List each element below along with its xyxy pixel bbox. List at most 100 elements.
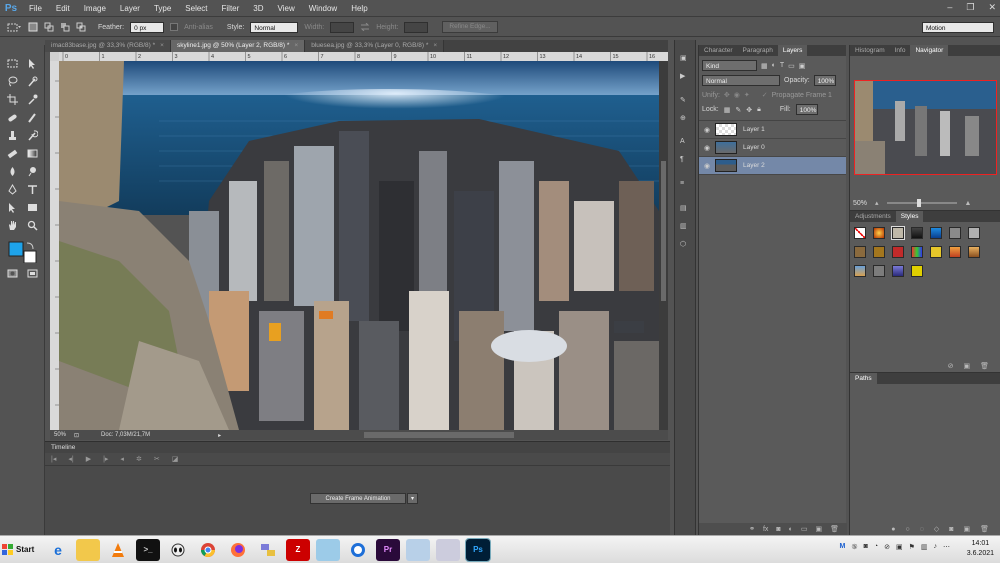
- lock-transparent-icon[interactable]: ▦: [724, 106, 731, 114]
- refine-edge-button[interactable]: Refine Edge...: [442, 21, 498, 33]
- marquee-tool-icon[interactable]: [5, 57, 19, 70]
- tab-styles[interactable]: Styles: [895, 211, 924, 222]
- premiere-icon[interactable]: Pr: [376, 538, 400, 561]
- link-layers-icon[interactable]: ⚭: [749, 525, 755, 533]
- opacity-input[interactable]: 100%: [813, 75, 836, 86]
- lasso-tool-icon[interactable]: [5, 75, 19, 88]
- filezilla-icon[interactable]: Z: [286, 538, 310, 561]
- firefox-icon[interactable]: [226, 539, 250, 561]
- chevron-down-icon[interactable]: ▾: [407, 493, 418, 504]
- layer-row[interactable]: ◉ Layer 2: [699, 157, 846, 175]
- volume-icon[interactable]: ♪: [934, 543, 938, 551]
- create-frame-animation-button[interactable]: Create Frame Animation: [310, 493, 406, 504]
- add-selection-icon[interactable]: [44, 22, 54, 32]
- style-swatch[interactable]: [911, 227, 923, 239]
- tab-adjustments[interactable]: Adjustments: [850, 211, 896, 222]
- history-brush-tool-icon[interactable]: [25, 129, 39, 142]
- visibility-eye-icon[interactable]: ◉: [699, 126, 715, 134]
- unify-style-icon[interactable]: ✦: [744, 91, 750, 99]
- properties-icon[interactable]: ≡: [680, 180, 684, 187]
- color-swatches[interactable]: [4, 241, 40, 263]
- tray-app2-icon[interactable]: ▣: [896, 543, 903, 551]
- character-icon[interactable]: A: [680, 138, 685, 145]
- zoom-out-icon[interactable]: ▴: [875, 199, 879, 207]
- menu-type[interactable]: Type: [147, 0, 178, 17]
- new-group-icon[interactable]: ▭: [801, 525, 808, 533]
- play-icon[interactable]: ▶: [86, 455, 91, 463]
- brush-tool-icon[interactable]: [25, 111, 39, 124]
- notes-icon[interactable]: ▤: [680, 204, 687, 212]
- ruler-corner[interactable]: [50, 52, 59, 61]
- healing-brush-tool-icon[interactable]: [5, 111, 19, 124]
- actions-icon[interactable]: ▶: [680, 72, 685, 80]
- prev-frame-icon[interactable]: ◂|: [68, 455, 73, 463]
- tab-paragraph[interactable]: Paragraph: [738, 45, 778, 56]
- fill-path-icon[interactable]: ●: [891, 526, 895, 533]
- doc-size[interactable]: Doc: 7,03M/21,7M: [101, 432, 150, 438]
- intersect-selection-icon[interactable]: [76, 22, 86, 32]
- style-swatch[interactable]: [854, 265, 866, 277]
- tab-navigator[interactable]: Navigator: [910, 45, 949, 56]
- tray-flag-icon[interactable]: ⚑: [909, 543, 915, 551]
- brush-icon[interactable]: ✎: [680, 96, 686, 104]
- marquee-tool-preset-icon[interactable]: [6, 22, 22, 33]
- screen-mode-icon[interactable]: [25, 267, 39, 280]
- style-swatch[interactable]: [949, 246, 961, 258]
- width-input[interactable]: [330, 21, 355, 33]
- style-swatch[interactable]: [873, 265, 885, 277]
- make-path-icon[interactable]: ◇: [934, 525, 939, 533]
- new-style-icon[interactable]: ▣: [963, 362, 970, 370]
- unify-visibility-icon[interactable]: ◉: [734, 91, 740, 99]
- lock-position-icon[interactable]: ✥: [746, 106, 752, 114]
- eraser-tool-icon[interactable]: [5, 147, 19, 160]
- delete-path-icon[interactable]: 🗑︎: [980, 525, 989, 533]
- tray-shield-icon[interactable]: ◙: [864, 543, 868, 551]
- menu-file[interactable]: File: [22, 0, 49, 17]
- delete-layer-icon[interactable]: 🗑︎: [830, 525, 839, 533]
- layer-style-icon[interactable]: fx: [763, 526, 768, 533]
- lock-all-icon[interactable]: 🔒︎: [757, 106, 761, 114]
- tab-character[interactable]: Character: [699, 45, 738, 56]
- stroke-path-icon[interactable]: ○: [905, 526, 909, 533]
- menu-select[interactable]: Select: [178, 0, 214, 17]
- horizontal-ruler[interactable]: 0 1 2 3 4 5 6 7 8 9 10 11 12 13 14 15 16: [59, 52, 668, 61]
- tray-sync-icon[interactable]: ◔: [874, 543, 878, 551]
- new-path-icon[interactable]: ▣: [963, 525, 970, 533]
- transition-icon[interactable]: ◪: [172, 455, 179, 463]
- close-tab-icon[interactable]: ×: [294, 42, 298, 49]
- clear-style-icon[interactable]: ⊘: [948, 362, 954, 370]
- move-tool-icon[interactable]: [25, 57, 39, 70]
- tab-paths[interactable]: Paths: [850, 373, 877, 384]
- doc-tab-skyline1[interactable]: skyline1.jpg @ 50% (Layer 2, RGB/8) * ×: [170, 40, 306, 52]
- audio-icon[interactable]: ◂: [120, 455, 124, 463]
- info-icon[interactable]: ▥: [680, 222, 687, 230]
- start-button[interactable]: Start: [2, 539, 38, 561]
- visibility-eye-icon[interactable]: ◉: [699, 162, 715, 170]
- dodge-tool-icon[interactable]: [25, 165, 39, 178]
- filter-pixel-icon[interactable]: ▦: [761, 62, 768, 70]
- style-swatch[interactable]: [930, 227, 942, 239]
- chrome-icon[interactable]: [196, 539, 220, 561]
- menu-view[interactable]: View: [271, 0, 302, 17]
- tab-layers[interactable]: Layers: [777, 45, 808, 56]
- paint-app-icon[interactable]: [436, 538, 460, 561]
- zoom-level[interactable]: 50%: [54, 432, 66, 438]
- menu-layer[interactable]: Layer: [113, 0, 147, 17]
- window-app-icon[interactable]: [316, 538, 340, 561]
- app-circle-icon[interactable]: [346, 539, 370, 561]
- adjustment-layer-icon[interactable]: ◐: [789, 526, 793, 533]
- filter-adjustment-icon[interactable]: ◐: [772, 62, 776, 69]
- new-selection-icon[interactable]: [28, 22, 38, 32]
- zoom-in-icon[interactable]: ▲: [965, 200, 972, 207]
- crop-tool-icon[interactable]: [5, 93, 19, 106]
- zoom-tool-icon[interactable]: [25, 219, 39, 232]
- style-swatch[interactable]: [891, 226, 905, 240]
- tray-blocked-icon[interactable]: ⊘: [884, 543, 890, 551]
- filter-shape-icon[interactable]: ▭: [788, 62, 795, 70]
- doc-tab-bluesea[interactable]: bluesea.jpg @ 33,3% (Layer 0, RGB/8) * ×: [305, 40, 445, 52]
- file-explorer-icon[interactable]: [76, 538, 100, 561]
- quick-selection-tool-icon[interactable]: [25, 75, 39, 88]
- history-icon[interactable]: ▣: [680, 54, 687, 62]
- style-swatch[interactable]: [892, 246, 904, 258]
- feather-input[interactable]: 0 px: [130, 21, 165, 33]
